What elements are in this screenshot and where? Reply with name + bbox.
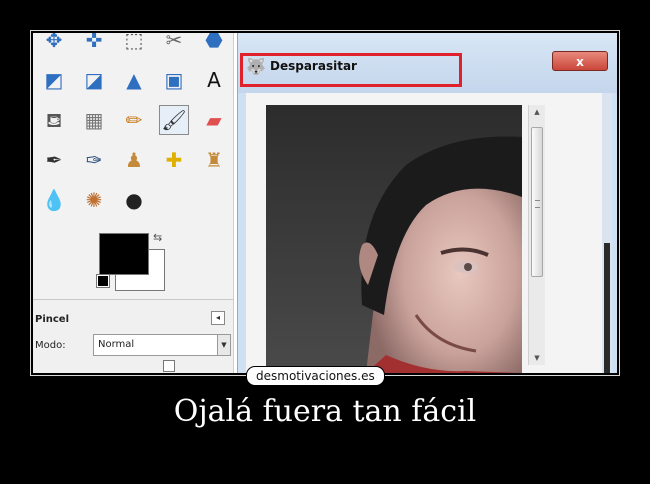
gimp-toolbox: ✥ ✜ ⬚ ✂ ⬣ ◩ ◪ ▲ ▣ A ⛾ ▦ ✏ 🖌 ▰ ✒ ✑ ♟ ✚ ♜ 💧 ✺ ● ⇆ Pincel ◂ Modo:… bbox=[33, 33, 234, 373]
tool-options-title: Pincel bbox=[35, 314, 70, 325]
tool-options-panel: Pincel ◂ Modo: Normal ▼ bbox=[33, 299, 233, 373]
close-button[interactable]: x bbox=[552, 51, 608, 71]
perspective-icon[interactable]: ◩ bbox=[39, 65, 69, 95]
transform-icon[interactable]: ⬣ bbox=[199, 33, 229, 55]
chevron-down-icon: ▼ bbox=[217, 335, 230, 355]
outer-scrollbar[interactable] bbox=[602, 93, 612, 373]
gradient-icon[interactable]: ▦ bbox=[79, 105, 109, 135]
text-icon[interactable]: A bbox=[199, 65, 229, 95]
mode-select[interactable]: Normal ▼ bbox=[93, 334, 231, 356]
bucket-fill-icon[interactable]: ⛾ bbox=[39, 105, 69, 135]
align-icon[interactable]: ⬚ bbox=[119, 33, 149, 55]
clone-icon[interactable]: ♟ bbox=[119, 145, 149, 175]
reset-colors-icon[interactable] bbox=[96, 274, 110, 288]
outer-scrollbar-thumb[interactable] bbox=[604, 243, 610, 373]
scrollbar-thumb[interactable] bbox=[531, 127, 543, 277]
mode-label: Modo: bbox=[35, 340, 66, 351]
ink-icon[interactable]: ✑ bbox=[79, 145, 109, 175]
airbrush-icon[interactable]: ✒ bbox=[39, 145, 69, 175]
grip-icon bbox=[535, 200, 540, 208]
pencil-icon[interactable]: ✏ bbox=[119, 105, 149, 135]
eraser-icon[interactable]: ▰ bbox=[199, 105, 229, 135]
dodge-burn-icon[interactable]: ● bbox=[119, 185, 149, 215]
heal-icon[interactable]: ✚ bbox=[159, 145, 189, 175]
vertical-scrollbar[interactable]: ▲ ▼ bbox=[528, 105, 545, 365]
dialog-titlebar[interactable]: 🐺 Desparasitar x bbox=[238, 33, 617, 93]
mode-select-value: Normal bbox=[98, 339, 135, 350]
title-highlight-box bbox=[240, 53, 462, 87]
foreground-color-swatch[interactable] bbox=[99, 233, 149, 275]
preview-image bbox=[266, 105, 522, 373]
smudge-icon[interactable]: ✺ bbox=[79, 185, 109, 215]
portrait-image bbox=[266, 105, 522, 373]
swap-colors-icon[interactable]: ⇆ bbox=[153, 231, 162, 244]
paintbrush-icon[interactable]: 🖌 bbox=[159, 105, 189, 135]
dialog-body: ▲ ▼ bbox=[246, 93, 610, 373]
cage-icon[interactable]: ▲ bbox=[119, 65, 149, 95]
site-watermark: desmotivaciones.es bbox=[246, 366, 385, 386]
dialog-window: 🐺 Desparasitar x ▲ ▼ bbox=[237, 33, 617, 373]
fuzzy-select-icon[interactable]: ✥ bbox=[39, 33, 69, 55]
flip-icon[interactable]: ◪ bbox=[79, 65, 109, 95]
screenshot: ✥ ✜ ⬚ ✂ ⬣ ◩ ◪ ▲ ▣ A ⛾ ▦ ✏ 🖌 ▰ ✒ ✑ ♟ ✚ ♜ 💧 ✺ ● ⇆ Pincel ◂ Modo:… bbox=[33, 33, 617, 373]
poster-caption: Ojalá fuera tan fácil bbox=[173, 394, 477, 429]
panel-menu-icon[interactable]: ◂ bbox=[211, 311, 225, 325]
option-checkbox[interactable] bbox=[163, 360, 175, 372]
scroll-up-icon[interactable]: ▲ bbox=[529, 105, 545, 119]
scroll-down-icon[interactable]: ▼ bbox=[529, 351, 545, 365]
move-icon[interactable]: ✜ bbox=[79, 33, 109, 55]
crop-icon[interactable]: ✂ bbox=[159, 33, 189, 55]
perspective-clone-icon[interactable]: ♜ bbox=[199, 145, 229, 175]
blur-icon[interactable]: 💧 bbox=[39, 185, 69, 215]
text-tool-icon[interactable]: ▣ bbox=[159, 65, 189, 95]
